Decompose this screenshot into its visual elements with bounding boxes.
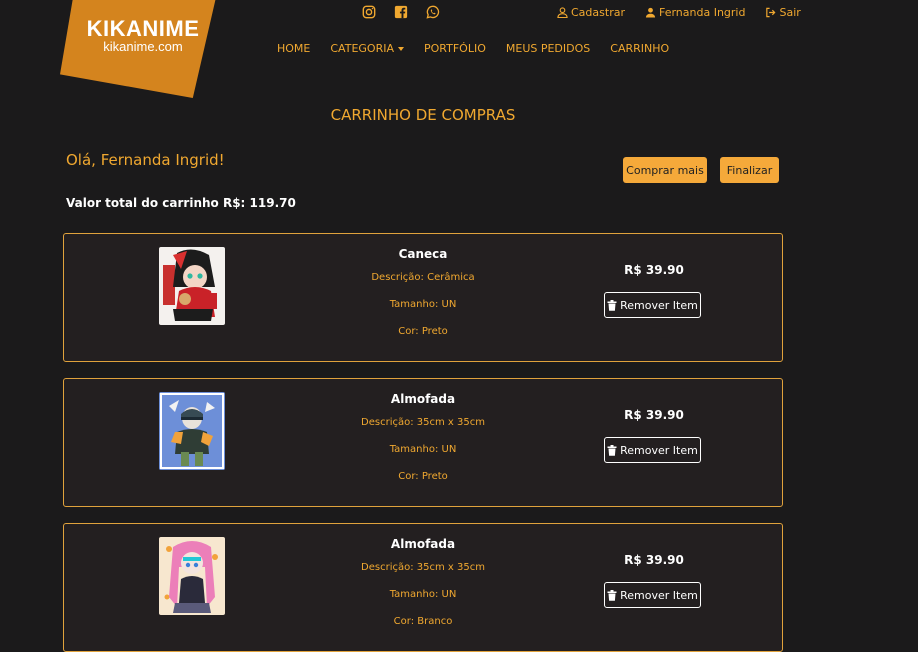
- product-size: Tamanho: UN: [389, 589, 457, 600]
- user-icon: [645, 7, 656, 18]
- cart-item: Caneca Descrição: Cerâmica Tamanho: UN C…: [63, 233, 783, 362]
- product-description: Descrição: 35cm x 35cm: [361, 417, 485, 428]
- product-name: Almofada: [390, 392, 456, 406]
- product-color: Cor: Preto: [398, 326, 448, 337]
- product-info: Almofada Descrição: 35cm x 35cm Tamanho:…: [333, 537, 513, 635]
- remove-item-label: Remover Item: [620, 298, 698, 312]
- product-description: Descrição: Cerâmica: [371, 272, 475, 283]
- sign-out-icon: [766, 7, 776, 18]
- trash-icon: [607, 589, 617, 601]
- remove-item-button[interactable]: Remover Item: [604, 582, 701, 608]
- whatsapp-icon[interactable]: [426, 5, 440, 19]
- register-label: Cadastrar: [571, 6, 625, 19]
- remove-item-label: Remover Item: [620, 443, 698, 457]
- caret-down-icon: [398, 46, 404, 51]
- social-links: [362, 5, 440, 19]
- user-icon: [557, 7, 568, 18]
- page-title: CARRINHO DE COMPRAS: [330, 106, 516, 124]
- cart-item: Almofada Descrição: 35cm x 35cm Tamanho:…: [63, 378, 783, 507]
- product-image: [159, 537, 225, 615]
- nav-category[interactable]: CATEGORIA: [330, 42, 404, 55]
- logout-link[interactable]: Sair: [765, 6, 801, 19]
- logo[interactable]: KIKANIME kikanime.com: [83, 16, 203, 54]
- product-price: R$ 39.90: [624, 263, 684, 277]
- user-nav: Cadastrar Fernanda Ingrid Sair: [557, 6, 801, 19]
- instagram-icon[interactable]: [362, 5, 376, 19]
- remove-item-button[interactable]: Remover Item: [604, 292, 701, 318]
- profile-link[interactable]: Fernanda Ingrid: [645, 6, 746, 19]
- product-name: Caneca: [398, 247, 448, 261]
- nav-orders[interactable]: MEUS PEDIDOS: [506, 42, 590, 55]
- product-image: [159, 247, 225, 325]
- nav-cart[interactable]: CARRINHO: [610, 42, 669, 55]
- product-size: Tamanho: UN: [389, 299, 457, 310]
- cart-item: Almofada Descrição: 35cm x 35cm Tamanho:…: [63, 523, 783, 652]
- product-size: Tamanho: UN: [389, 444, 457, 455]
- logo-domain: kikanime.com: [103, 39, 183, 54]
- main-nav: HOME CATEGORIA PORTFÓLIO MEUS PEDIDOS CA…: [277, 42, 669, 55]
- product-price: R$ 39.90: [624, 408, 684, 422]
- product-image: [159, 392, 225, 470]
- facebook-icon[interactable]: [394, 5, 408, 19]
- nav-category-label: CATEGORIA: [330, 42, 394, 55]
- product-info: Almofada Descrição: 35cm x 35cm Tamanho:…: [333, 392, 513, 490]
- remove-item-button[interactable]: Remover Item: [604, 437, 701, 463]
- remove-item-label: Remover Item: [620, 588, 698, 602]
- product-name: Almofada: [390, 537, 456, 551]
- cart-total: Valor total do carrinho R$: 119.70: [66, 196, 296, 210]
- finish-button[interactable]: Finalizar: [720, 157, 779, 183]
- register-link[interactable]: Cadastrar: [557, 6, 625, 19]
- trash-icon: [607, 444, 617, 456]
- product-color: Cor: Preto: [398, 471, 448, 482]
- product-color: Cor: Branco: [393, 616, 453, 627]
- trash-icon: [607, 299, 617, 311]
- logout-label: Sair: [779, 6, 801, 19]
- logo-name: KIKANIME: [86, 16, 200, 41]
- profile-label: Fernanda Ingrid: [658, 6, 746, 19]
- buy-more-button[interactable]: Comprar mais: [623, 157, 707, 183]
- product-price: R$ 39.90: [624, 553, 684, 567]
- nav-portfolio[interactable]: PORTFÓLIO: [424, 42, 486, 55]
- greeting: Olá, Fernanda Ingrid!: [66, 151, 225, 169]
- product-info: Caneca Descrição: Cerâmica Tamanho: UN C…: [333, 247, 513, 345]
- product-description: Descrição: 35cm x 35cm: [361, 562, 485, 573]
- nav-home[interactable]: HOME: [277, 42, 310, 55]
